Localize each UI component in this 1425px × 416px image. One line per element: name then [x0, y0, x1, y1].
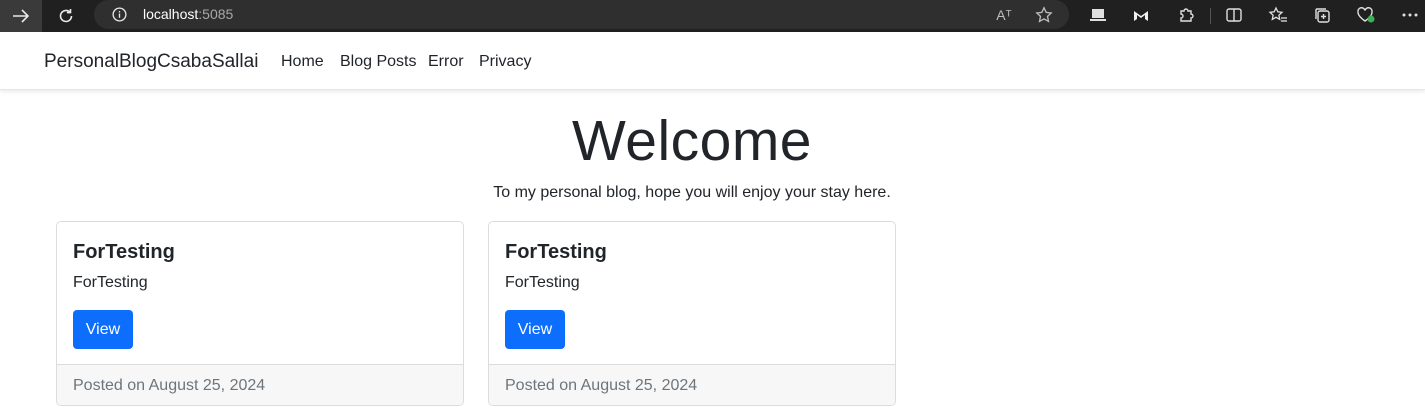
nav-link-blog-posts[interactable]: Blog Posts: [340, 53, 416, 71]
favorites-icon[interactable]: [1267, 4, 1289, 26]
screen-icon[interactable]: [1087, 4, 1109, 26]
read-aloud-glyph: Aᵀ: [996, 7, 1012, 23]
malwarebytes-icon[interactable]: [1130, 4, 1152, 26]
post-date: Posted on August 25, 2024: [505, 377, 698, 394]
post-card: ForTesting ForTesting View Posted on Aug…: [488, 221, 896, 406]
favorite-star-icon[interactable]: [1034, 5, 1054, 25]
nav-link-error[interactable]: Error: [428, 53, 464, 71]
post-title: ForTesting: [505, 241, 607, 263]
collections-icon[interactable]: [1311, 4, 1333, 26]
info-icon[interactable]: [112, 7, 127, 22]
post-summary: ForTesting: [73, 274, 148, 291]
url-port: :5085: [198, 6, 234, 22]
address-bar[interactable]: localhost:5085 Aᵀ: [94, 0, 1069, 29]
view-post-button[interactable]: View: [505, 310, 565, 349]
nav-link-home[interactable]: Home: [281, 53, 324, 71]
reload-icon: [59, 9, 73, 23]
read-aloud-icon[interactable]: Aᵀ: [994, 5, 1014, 25]
forward-arrow-icon: [13, 9, 30, 23]
post-footer: Posted on August 25, 2024: [489, 364, 895, 405]
post-summary: ForTesting: [505, 274, 580, 291]
split-screen-icon[interactable]: [1223, 4, 1245, 26]
post-title: ForTesting: [73, 241, 175, 263]
post-footer: Posted on August 25, 2024: [57, 364, 463, 405]
url-host: localhost: [143, 6, 199, 22]
nav-link-privacy[interactable]: Privacy: [479, 53, 531, 71]
page-title: Welcome: [571, 109, 813, 173]
toolbar-separator: [1210, 8, 1211, 24]
browser-toolbar: localhost:5085 Aᵀ: [0, 0, 1425, 32]
post-date: Posted on August 25, 2024: [73, 377, 266, 394]
view-post-button[interactable]: View: [73, 310, 133, 349]
navbar-brand[interactable]: PersonalBlogCsabaSallai: [44, 51, 258, 73]
reload-button[interactable]: [50, 0, 82, 32]
browser-essentials-icon[interactable]: [1355, 4, 1377, 26]
page-subtitle: To my personal blog, hope you will enjoy…: [493, 184, 891, 201]
url-text[interactable]: localhost:5085: [143, 6, 233, 22]
post-card: ForTesting ForTesting View Posted on Aug…: [56, 221, 464, 406]
forward-button[interactable]: [0, 0, 42, 32]
extensions-icon[interactable]: [1175, 4, 1197, 26]
more-icon[interactable]: [1399, 4, 1421, 26]
site-navbar: PersonalBlogCsabaSallai Home Blog Posts …: [0, 32, 1425, 90]
